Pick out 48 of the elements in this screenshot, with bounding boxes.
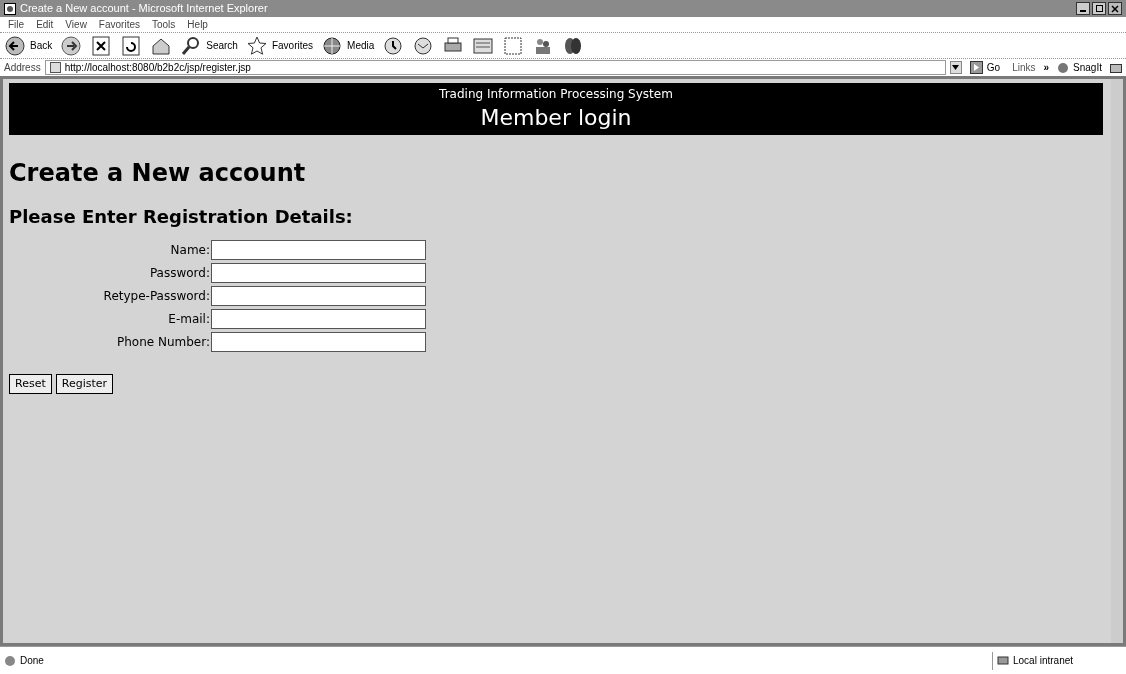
input-field[interactable] xyxy=(211,332,426,352)
snagit-button[interactable]: SnagIt xyxy=(1053,60,1106,75)
page-heading: Create a New account xyxy=(9,158,307,189)
links-button[interactable]: Links xyxy=(1008,60,1040,75)
section-heading: Please Enter Registration Details: xyxy=(9,205,354,229)
input-field[interactable] xyxy=(211,309,426,329)
minimize-button[interactable] xyxy=(1076,2,1090,15)
circle-icon xyxy=(1057,61,1070,74)
banner-subtitle: Trading Information Processing System xyxy=(439,86,673,103)
network-icon xyxy=(997,654,1009,667)
caret-icon xyxy=(952,65,960,70)
globe-icon xyxy=(321,34,344,57)
toolbar-button[interactable]: Back xyxy=(4,34,53,57)
page-icon xyxy=(49,62,61,73)
input-field[interactable] xyxy=(211,286,426,306)
toolbar-button[interactable]: Search xyxy=(180,34,238,57)
menu-item[interactable]: Tools xyxy=(152,17,176,32)
toolbar-button[interactable]: Favorites xyxy=(245,34,314,57)
url-text: http://localhost:8080/b2b2c/jsp/register.jsp xyxy=(64,61,251,75)
menu-item[interactable]: File xyxy=(8,17,25,32)
zone-text: Local intranet xyxy=(1013,654,1074,668)
status-text: Done xyxy=(20,654,45,668)
dropdown-button[interactable] xyxy=(949,61,962,74)
menu-item[interactable]: Edit xyxy=(36,17,54,32)
close-button[interactable] xyxy=(1108,2,1122,15)
page-icon xyxy=(4,654,16,667)
menu-item[interactable]: View xyxy=(65,17,87,32)
go-button[interactable]: Go xyxy=(965,60,1005,75)
camera-icon xyxy=(1110,62,1122,73)
menu-item[interactable]: Favorites xyxy=(98,17,140,32)
input-field[interactable] xyxy=(211,263,426,283)
address-label: Address xyxy=(4,61,41,75)
form-button[interactable]: Reset xyxy=(9,374,52,394)
window-title: Create a New account - Microsoft Internet Explorer xyxy=(20,1,269,17)
menu-item[interactable]: Help xyxy=(187,17,208,32)
input-field[interactable] xyxy=(211,240,426,260)
field-label: Phone Number: xyxy=(115,334,211,351)
field-label: Retype-Password: xyxy=(102,288,211,305)
more-button[interactable]: » xyxy=(1043,60,1050,75)
address-field[interactable]: http://localhost:8080/b2b2c/jsp/register.jsp xyxy=(44,60,946,75)
field-label: Password: xyxy=(148,265,211,282)
form-button[interactable]: Register xyxy=(55,374,114,394)
field-label: E-mail: xyxy=(167,311,211,328)
field-label: Name: xyxy=(169,242,211,259)
toolbar-button[interactable]: Media xyxy=(321,34,375,57)
maximize-button[interactable] xyxy=(1092,2,1106,15)
banner-title: Member login xyxy=(480,104,632,132)
browser-icon xyxy=(4,2,16,15)
